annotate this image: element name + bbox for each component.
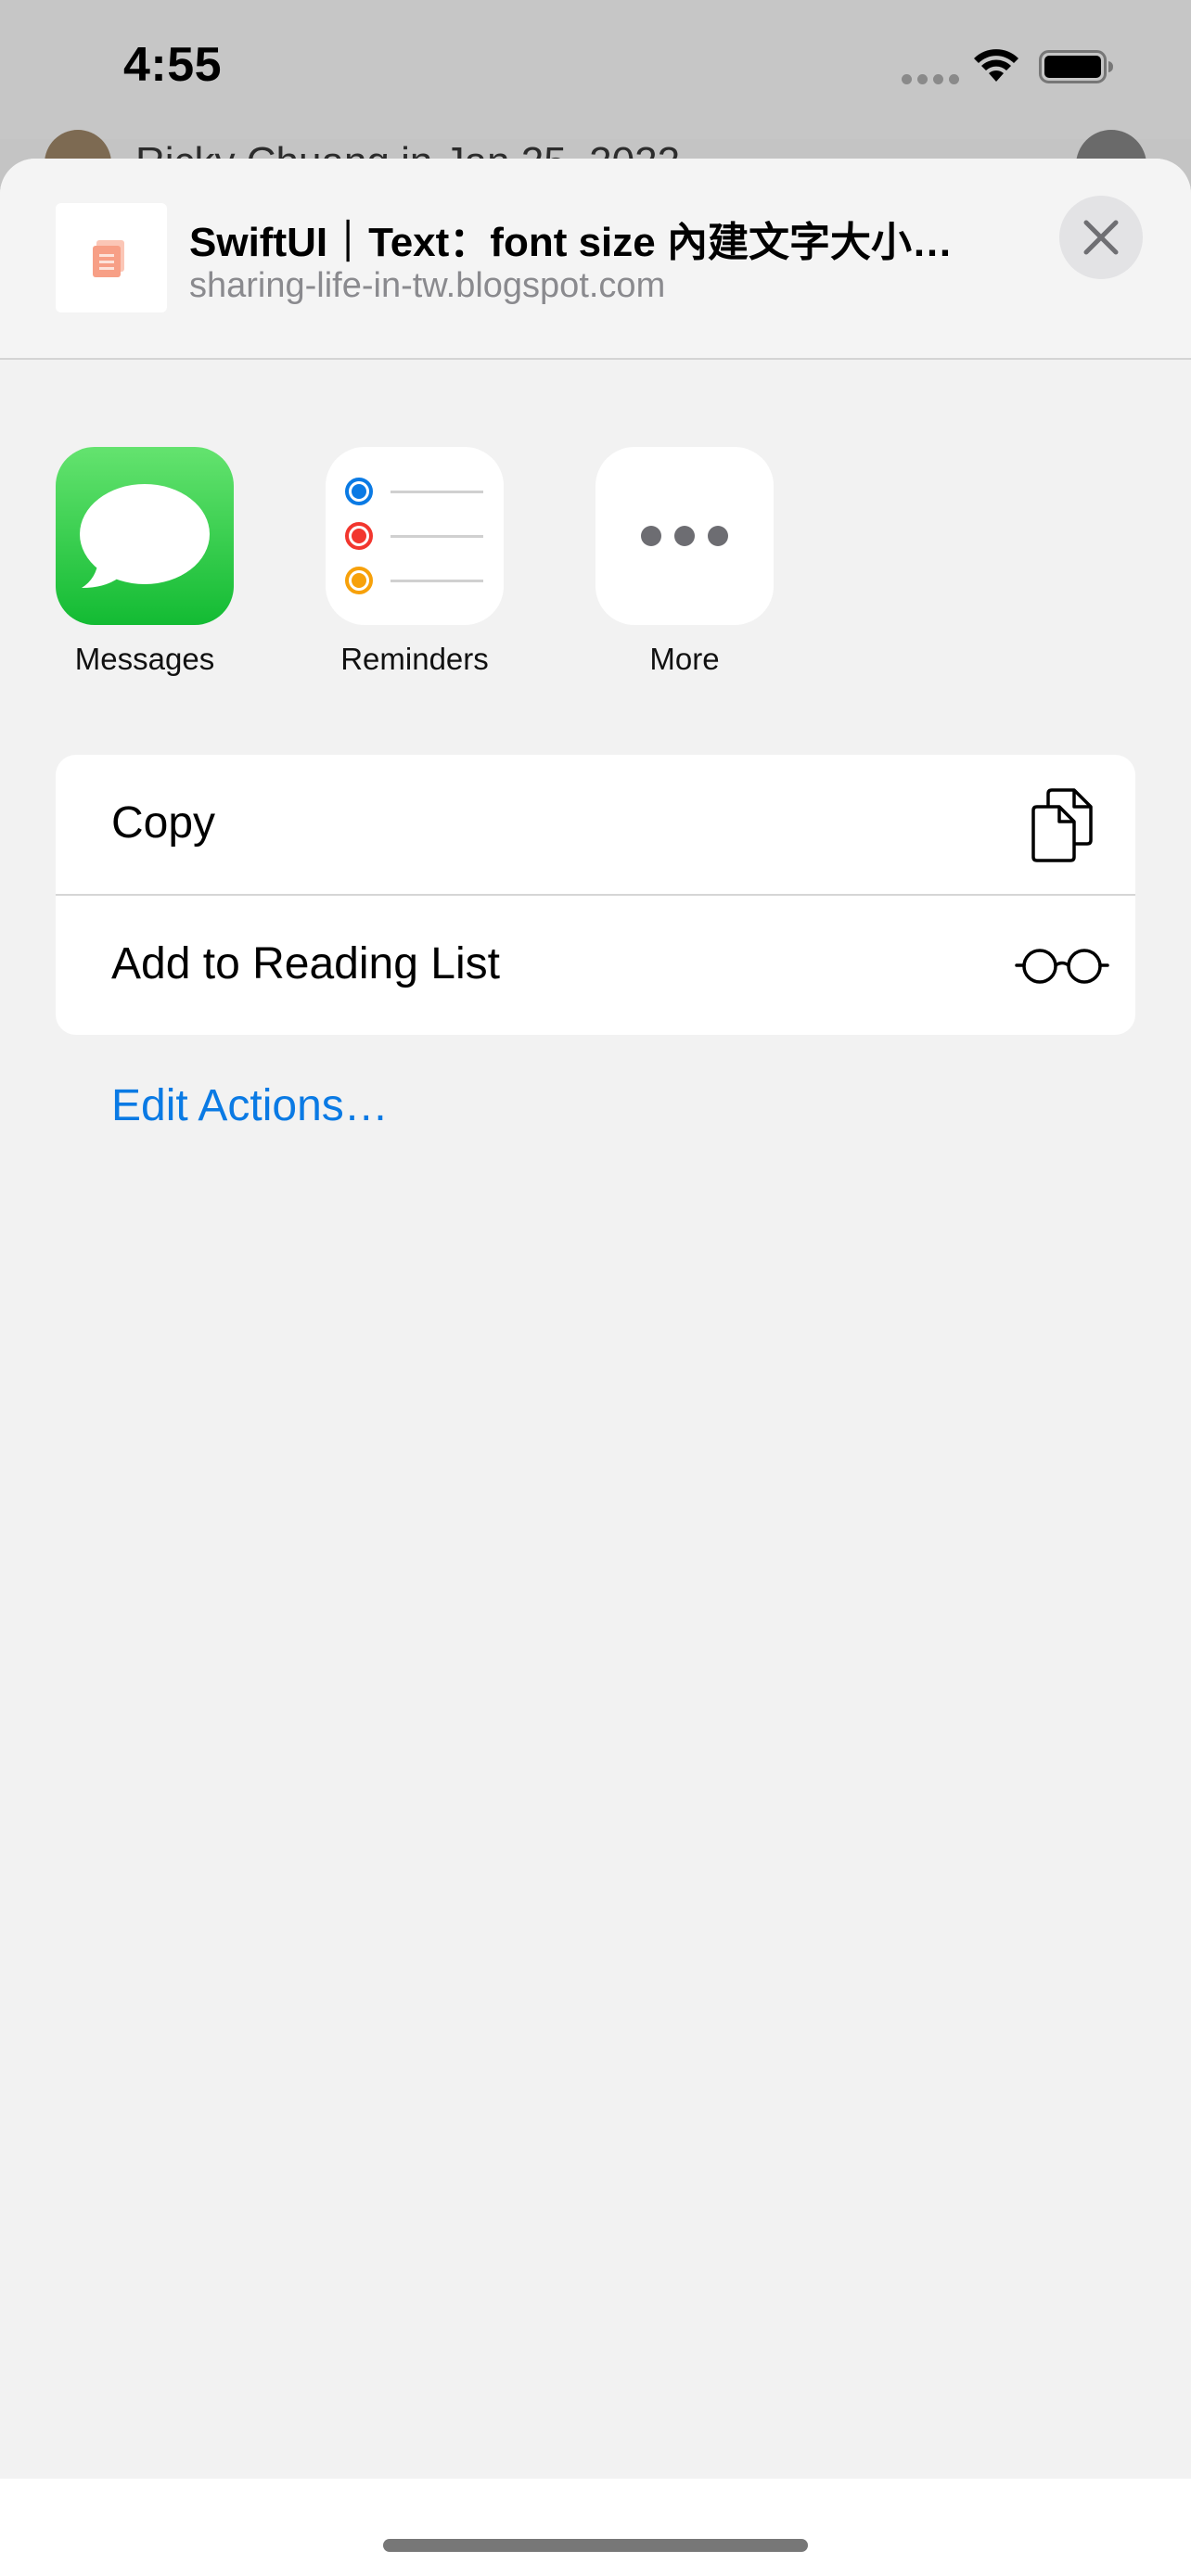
share-app-messages[interactable]: Messages	[56, 447, 234, 677]
reminders-icon	[326, 447, 504, 625]
close-icon	[1083, 220, 1119, 255]
document-icon	[93, 240, 124, 277]
action-label-reading-list: Add to Reading List	[111, 939, 500, 988]
messages-icon	[56, 447, 234, 625]
page-thumbnail	[56, 203, 167, 312]
share-sheet-header: SwiftUI｜Text：font size 內建文字大小… sharing-l…	[0, 159, 1191, 360]
page-title: SwiftUI｜Text：font size 內建文字大小…	[189, 220, 953, 265]
action-add-to-reading-list[interactable]: Add to Reading List	[56, 896, 1135, 1035]
app-label-reminders: Reminders	[340, 642, 489, 676]
wifi-icon	[974, 49, 1018, 82]
close-button[interactable]	[1059, 196, 1143, 279]
copy-icon	[1031, 788, 1093, 862]
edit-actions-link[interactable]: Edit Actions…	[111, 1080, 389, 1131]
glasses-icon	[1015, 949, 1109, 984]
cellular-dots-icon	[902, 74, 959, 84]
page-url: sharing-life-in-tw.blogspot.com	[189, 266, 666, 305]
share-app-more[interactable]: More	[596, 447, 774, 677]
app-label-more: More	[649, 642, 720, 676]
bottom-bar	[0, 2479, 1191, 2576]
action-label-copy: Copy	[111, 798, 216, 848]
more-icon	[596, 447, 774, 625]
battery-icon	[1039, 50, 1113, 83]
actions-list: Copy Add to Reading List	[56, 755, 1135, 1035]
app-label-messages: Messages	[74, 642, 215, 676]
status-bar: 4:55	[0, 0, 1191, 139]
status-time: 4:55	[123, 38, 223, 92]
action-copy[interactable]: Copy	[56, 755, 1135, 894]
home-indicator[interactable]	[383, 2539, 808, 2552]
share-app-reminders[interactable]: Reminders	[326, 447, 504, 677]
share-sheet: SwiftUI｜Text：font size 內建文字大小… sharing-l…	[0, 159, 1191, 2576]
